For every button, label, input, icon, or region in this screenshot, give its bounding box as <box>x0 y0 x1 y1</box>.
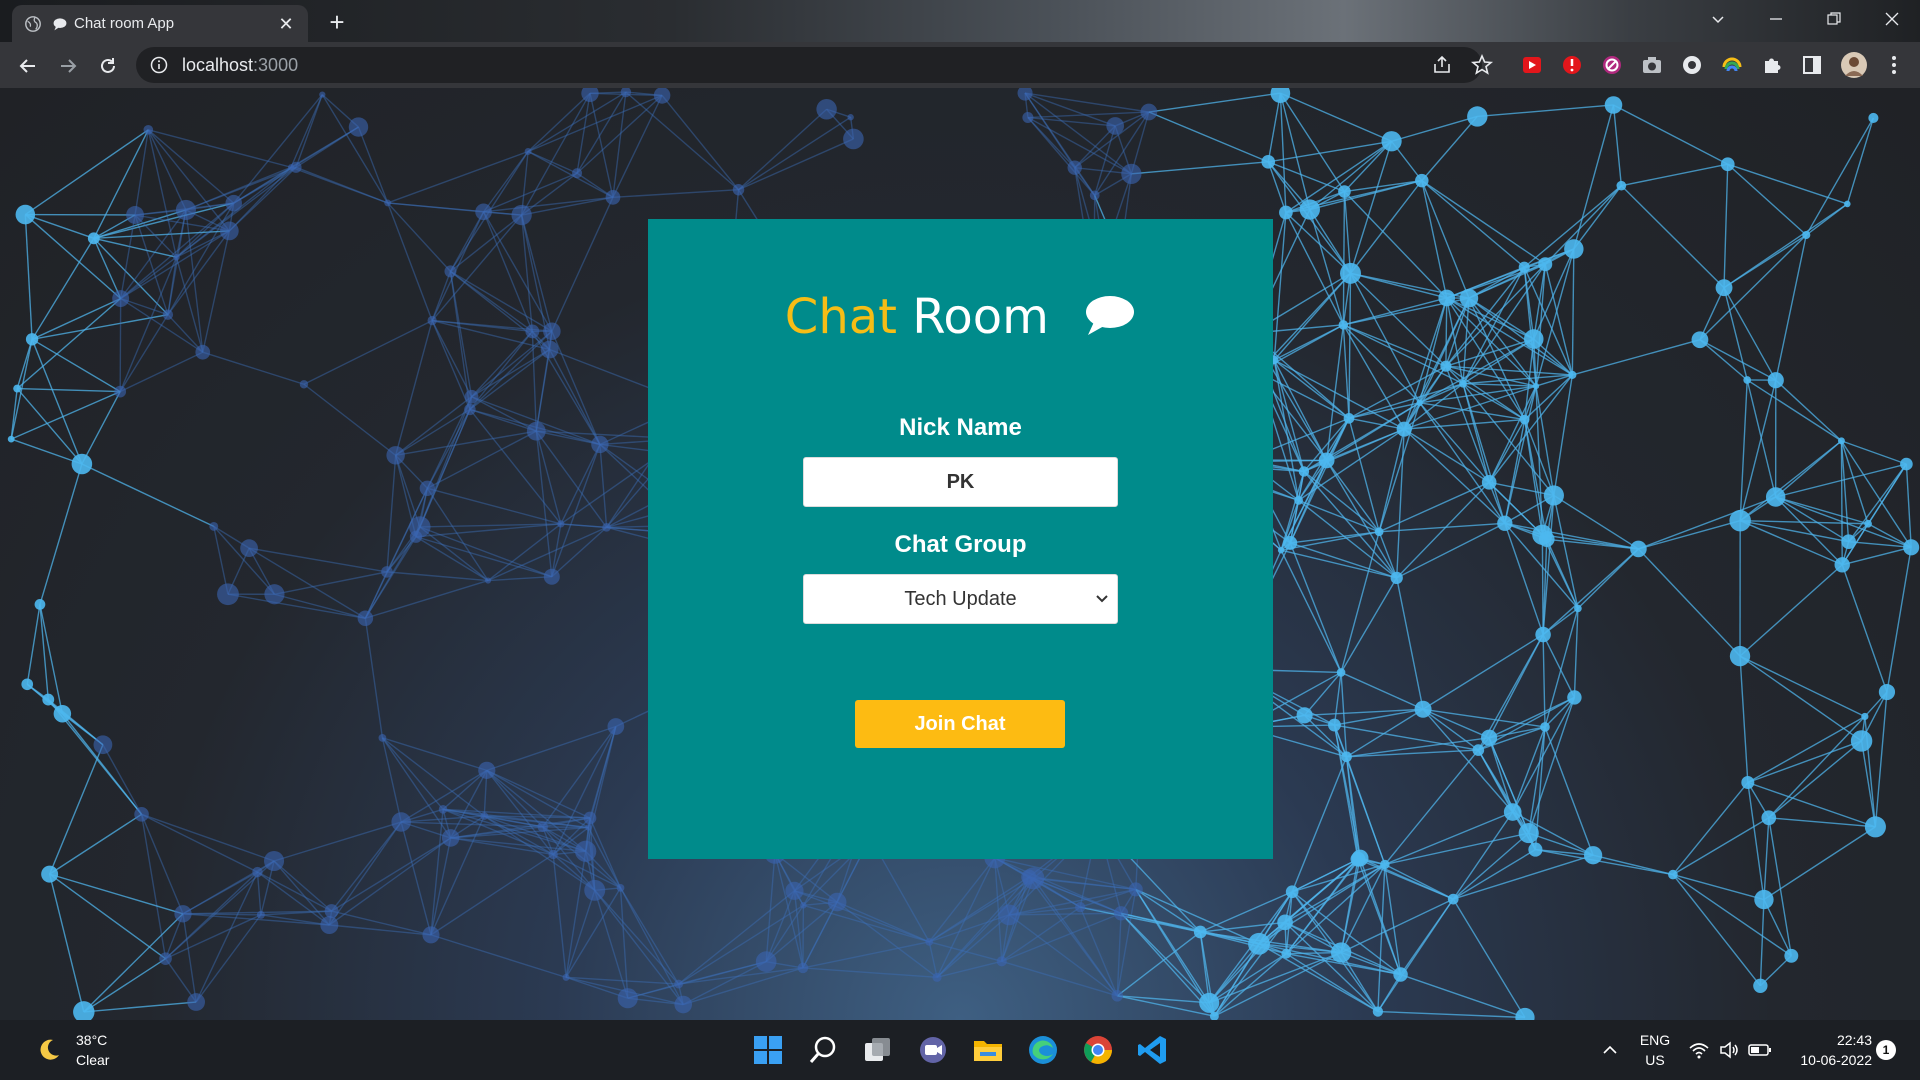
close-window-icon[interactable] <box>1864 0 1920 38</box>
extensions-puzzle-icon[interactable] <box>1760 53 1784 77</box>
reload-icon[interactable] <box>94 51 122 79</box>
weather-condition: Clear <box>76 1052 110 1068</box>
language-indicator[interactable]: ENG US <box>1630 1020 1680 1080</box>
nickname-label: Nick Name <box>899 414 1022 441</box>
menu-kebab-icon[interactable] <box>1882 53 1906 77</box>
side-panel-icon[interactable] <box>1800 53 1824 77</box>
tab-chat-room-app[interactable]: Chat room App ✕ <box>12 5 308 42</box>
title-word-room: Room <box>912 289 1049 345</box>
title-word-chat: Chat <box>784 289 897 345</box>
page-viewport: Chat Room Nick Name PK Chat Group Tech U… <box>0 88 1920 1020</box>
region-code: US <box>1645 1052 1665 1068</box>
extension-red-shield-icon[interactable] <box>1560 53 1584 77</box>
search-icon[interactable] <box>805 1032 841 1068</box>
chrome-browser-icon[interactable] <box>1080 1032 1116 1068</box>
windows-start-icon[interactable] <box>750 1032 786 1068</box>
join-chat-button[interactable]: Join Chat <box>855 700 1065 748</box>
weather-widget[interactable]: 38°C Clear <box>36 1030 109 1070</box>
browser-toolbar: localhost:3000 <box>0 42 1920 88</box>
new-tab-button[interactable]: + <box>320 6 354 40</box>
url-port: :3000 <box>253 54 299 75</box>
url-host: localhost <box>182 54 254 75</box>
vscode-icon[interactable] <box>1135 1032 1171 1068</box>
nickname-input[interactable]: PK <box>803 457 1118 507</box>
page-title: Chat Room <box>648 287 1273 347</box>
chat-group-label: Chat Group <box>894 531 1027 558</box>
forward-arrow-icon[interactable] <box>54 51 82 79</box>
notification-badge[interactable]: 1 <box>1876 1040 1896 1060</box>
chevron-up-icon[interactable] <box>1600 1040 1620 1060</box>
chat-group-select[interactable]: Tech Update <box>803 574 1118 624</box>
share-icon[interactable] <box>1430 53 1454 77</box>
clock-date: 10-06-2022 <box>1800 1052 1872 1068</box>
info-icon[interactable] <box>150 56 168 74</box>
volume-icon[interactable] <box>1718 1040 1740 1060</box>
close-tab-icon[interactable]: ✕ <box>276 14 296 34</box>
minimize-icon[interactable] <box>1748 0 1804 38</box>
profile-avatar[interactable] <box>1840 51 1868 79</box>
teams-chat-icon[interactable] <box>915 1032 951 1068</box>
clock[interactable]: 22:43 10-06-2022 <box>1782 1020 1872 1080</box>
moon-icon <box>40 1039 59 1060</box>
file-explorer-icon[interactable] <box>970 1032 1006 1068</box>
edge-browser-icon[interactable] <box>1025 1032 1061 1068</box>
tab-strip: Chat room App ✕ + <box>0 0 1920 42</box>
speech-bubble-icon <box>53 17 67 30</box>
weather-temperature: 38°C <box>76 1032 108 1048</box>
clock-time: 22:43 <box>1836 1032 1872 1048</box>
chat-group-selected: Tech Update <box>904 588 1017 610</box>
task-view-icon[interactable] <box>860 1032 896 1068</box>
battery-icon[interactable] <box>1748 1042 1772 1058</box>
extension-red-play-icon[interactable] <box>1520 53 1544 77</box>
speech-bubble-icon <box>1086 296 1135 335</box>
bookmark-star-icon[interactable] <box>1470 53 1494 77</box>
back-arrow-icon[interactable] <box>14 51 42 79</box>
camera-icon[interactable] <box>1640 53 1664 77</box>
extension-circle-icon[interactable] <box>1680 53 1704 77</box>
taskbar: 38°C Clear ENG US 22:43 10-06-2022 1 <box>0 1020 1920 1080</box>
restore-icon[interactable] <box>1806 0 1862 38</box>
tab-title: Chat room App <box>74 15 175 32</box>
join-card: Chat Room Nick Name PK Chat Group Tech U… <box>648 219 1273 859</box>
wifi-icon[interactable] <box>1688 1040 1710 1060</box>
chevron-down-icon <box>1096 595 1108 603</box>
extension-color-picker-icon[interactable] <box>1720 53 1744 77</box>
extension-block-icon[interactable] <box>1600 53 1624 77</box>
language-code: ENG <box>1639 1032 1671 1048</box>
tab-search-icon[interactable] <box>1690 0 1746 38</box>
address-bar[interactable]: localhost:3000 <box>136 47 1482 83</box>
globe-icon <box>25 15 41 32</box>
